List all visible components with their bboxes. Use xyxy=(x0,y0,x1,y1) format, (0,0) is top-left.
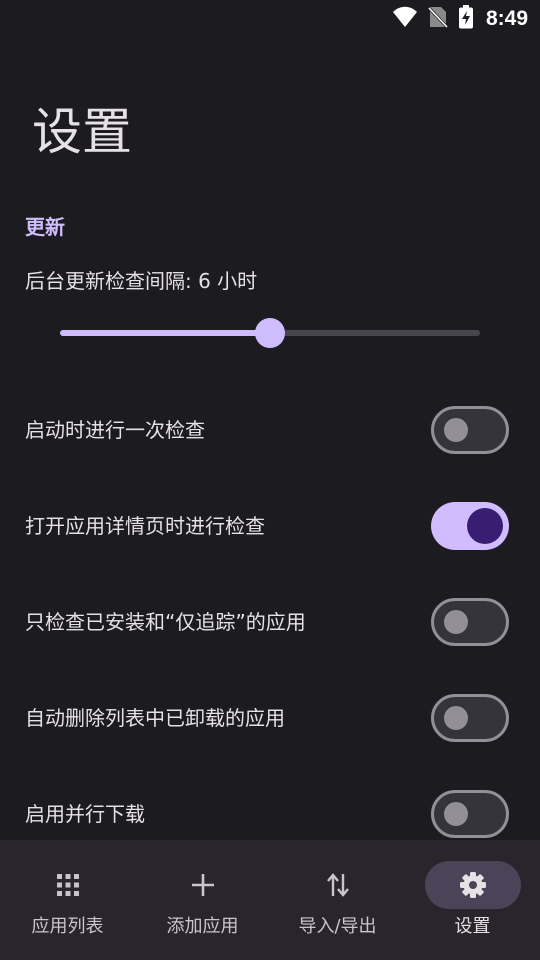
installed-and-tracked-only-switch[interactable] xyxy=(431,598,509,646)
battery-charging-icon xyxy=(458,5,474,33)
status-icons: 8:49 xyxy=(392,5,528,33)
import-export-icon xyxy=(324,871,352,899)
setting-label: 只检查已安装和“仅追踪”的应用 xyxy=(25,610,306,634)
setting-label: 自动删除列表中已卸载的应用 xyxy=(25,706,285,730)
bottom-navigation-bar: 应用列表 添加应用 导入/导出 设置 xyxy=(0,840,540,960)
section-title-updates: 更新 xyxy=(25,215,65,239)
status-time: 8:49 xyxy=(485,7,528,30)
grid-icon xyxy=(54,871,82,899)
auto-remove-uninstalled-switch[interactable] xyxy=(431,694,509,742)
switch-knob xyxy=(444,610,468,634)
page-title: 设置 xyxy=(32,103,132,161)
nav-label: 应用列表 xyxy=(31,916,104,937)
setting-row-installed-and-tracked-only[interactable]: 只检查已安装和“仅追踪”的应用 xyxy=(0,574,540,670)
wifi-icon xyxy=(392,6,418,32)
status-bar: 8:49 xyxy=(0,0,540,36)
nav-item-apps[interactable]: 应用列表 xyxy=(0,840,135,960)
slider-active-track xyxy=(60,330,270,336)
nav-label: 设置 xyxy=(454,916,491,937)
nav-label: 添加应用 xyxy=(166,916,239,937)
nav-item-import-export[interactable]: 导入/导出 xyxy=(270,840,405,960)
switch-knob xyxy=(467,508,503,544)
nav-item-settings[interactable]: 设置 xyxy=(405,840,540,960)
slider-thumb[interactable] xyxy=(255,318,285,348)
no-sim-icon xyxy=(427,6,449,32)
setting-label: 打开应用详情页时进行检查 xyxy=(25,514,265,538)
setting-row-auto-remove-uninstalled[interactable]: 自动删除列表中已卸载的应用 xyxy=(0,670,540,766)
nav-label: 导入/导出 xyxy=(298,916,377,937)
switch-knob xyxy=(444,706,468,730)
setting-label: 启动时进行一次检查 xyxy=(25,418,205,442)
check-on-start-switch[interactable] xyxy=(431,406,509,454)
check-on-details-open-switch[interactable] xyxy=(431,502,509,550)
switch-knob xyxy=(444,802,468,826)
settings-gear-icon xyxy=(459,871,487,899)
switch-knob xyxy=(444,418,468,442)
parallel-downloads-switch[interactable] xyxy=(431,790,509,838)
add-icon xyxy=(189,871,217,899)
setting-row-check-on-details-open[interactable]: 打开应用详情页时进行检查 xyxy=(0,478,540,574)
nav-item-add-app[interactable]: 添加应用 xyxy=(135,840,270,960)
update-interval-slider[interactable] xyxy=(60,317,480,349)
setting-row-check-on-start[interactable]: 启动时进行一次检查 xyxy=(0,382,540,478)
update-interval-label: 后台更新检查间隔: 6 小时 xyxy=(25,269,258,293)
